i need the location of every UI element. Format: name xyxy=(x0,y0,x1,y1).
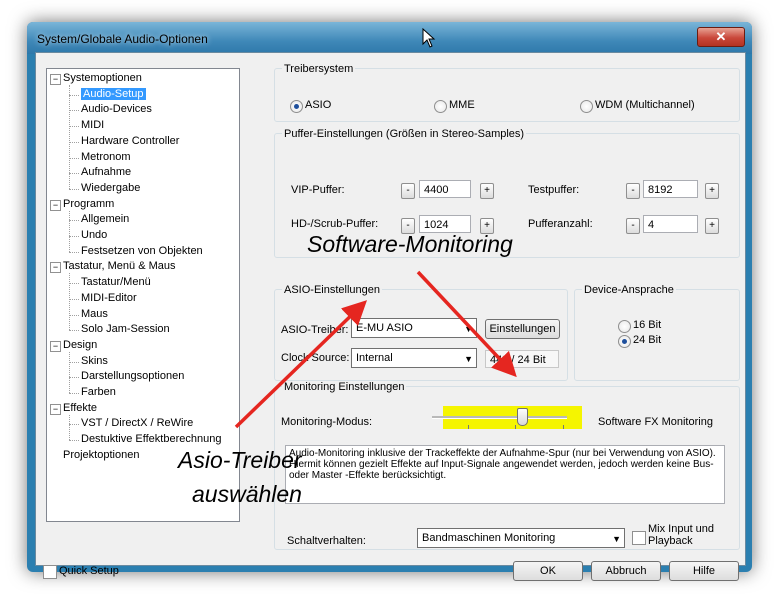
annotation-arrows xyxy=(234,270,517,429)
arrow-to-asio-driver xyxy=(234,300,368,429)
annotation-asio-line1: Asio-Treiber xyxy=(178,447,302,473)
annotation-asio-line2: auswählen xyxy=(192,481,302,507)
arrow-to-slider xyxy=(416,270,517,378)
annotation-software-monitoring: Software-Monitoring xyxy=(307,231,513,257)
